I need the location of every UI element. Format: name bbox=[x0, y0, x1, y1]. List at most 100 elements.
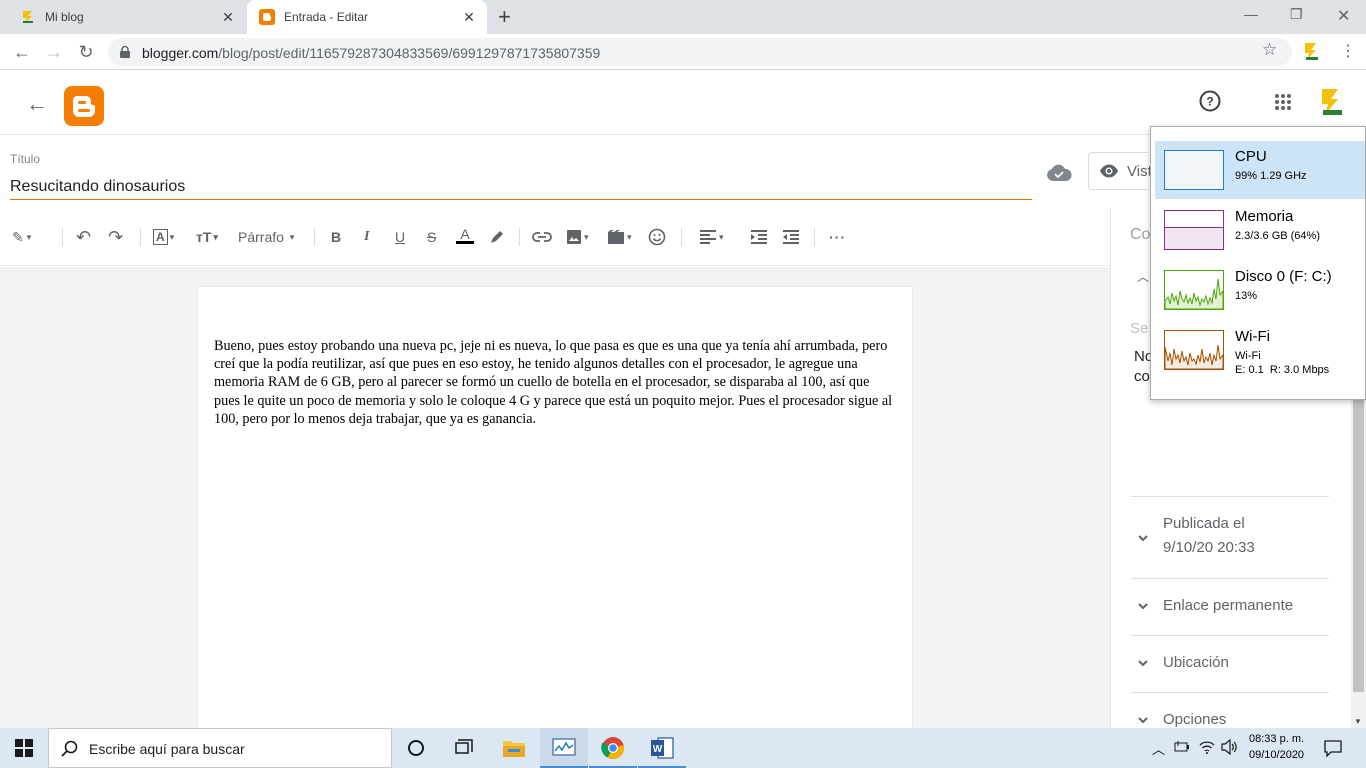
task-manager-taskbar-icon[interactable] bbox=[540, 728, 588, 768]
cortana-icon[interactable] bbox=[407, 739, 425, 762]
scrollbar-thumb[interactable] bbox=[1353, 380, 1364, 692]
undo-icon[interactable]: ↶ bbox=[76, 227, 91, 247]
highlight-icon[interactable] bbox=[488, 227, 506, 247]
chrome-taskbar-icon[interactable] bbox=[589, 728, 637, 768]
close-tab-icon[interactable]: ✕ bbox=[220, 9, 236, 25]
cpu-graph bbox=[1164, 150, 1224, 190]
strikethrough-icon[interactable]: S bbox=[427, 227, 436, 247]
disk-graph bbox=[1164, 270, 1224, 310]
outdent-icon[interactable] bbox=[783, 227, 799, 247]
preview-label: Vist bbox=[1127, 163, 1152, 180]
file-explorer-taskbar-icon[interactable] bbox=[490, 728, 538, 768]
tm-row-wifi[interactable]: Wi-Fi Wi-Fi E: 0.1 R: 3.0 Mbps bbox=[1155, 321, 1365, 379]
published-date: 9/10/20 20:33 bbox=[1163, 539, 1255, 556]
close-tab-icon[interactable]: ✕ bbox=[461, 9, 477, 25]
text-size-icon[interactable]: ᴛT ▾ bbox=[196, 227, 218, 247]
site-favicon-icon bbox=[20, 9, 36, 25]
browser-menu-icon[interactable]: ⋮ bbox=[1340, 41, 1356, 61]
address-bar[interactable]: blogger.com/blog/post/edit/1165792873048… bbox=[108, 38, 1292, 66]
wifi-tray-icon[interactable] bbox=[1199, 740, 1215, 759]
underline-icon[interactable]: U bbox=[395, 227, 405, 247]
task-view-icon[interactable] bbox=[454, 739, 474, 762]
svg-text:?: ? bbox=[1206, 95, 1213, 109]
tm-row-memory[interactable]: Memoria 2.3/3.6 GB (64%) bbox=[1155, 201, 1365, 259]
tm-row-disk[interactable]: Disco 0 (F: C:) 13% bbox=[1155, 261, 1365, 319]
published-date-section[interactable]: Publicada el 9/10/20 20:33 bbox=[1131, 496, 1329, 578]
emoji-icon[interactable] bbox=[648, 227, 666, 247]
taskbar-search-box[interactable]: Escribe aquí para buscar bbox=[48, 728, 392, 768]
show-hidden-icons-icon[interactable]: ︿ bbox=[1152, 739, 1165, 758]
url-text: blogger.com/blog/post/edit/1165792873048… bbox=[142, 45, 600, 61]
link-icon[interactable] bbox=[532, 227, 552, 247]
battery-icon[interactable] bbox=[1174, 740, 1190, 759]
tab-title: Entrada - Editar bbox=[284, 10, 369, 24]
minimize-icon[interactable]: — bbox=[1244, 6, 1258, 22]
preview-button[interactable]: Vist bbox=[1088, 152, 1152, 190]
account-avatar[interactable] bbox=[1318, 87, 1344, 124]
blogger-favicon-icon bbox=[259, 9, 275, 25]
tm-cpu-detail: 99% 1.29 GHz bbox=[1235, 170, 1307, 182]
font-icon[interactable]: A ▾ bbox=[153, 227, 174, 247]
windows-start-icon[interactable] bbox=[15, 739, 33, 762]
tm-wifi-name: Wi-Fi bbox=[1235, 328, 1270, 345]
title-area: Título Resucitando dinosaurios bbox=[0, 136, 1110, 208]
new-tab-icon[interactable]: + bbox=[498, 6, 511, 28]
back-arrow-icon[interactable]: ← bbox=[26, 91, 48, 117]
word-taskbar-icon[interactable]: W bbox=[638, 728, 686, 768]
editor-canvas: Bueno, pues estoy probando una nueva pc,… bbox=[0, 267, 1110, 736]
post-body-text[interactable]: Bueno, pues estoy probando una nueva pc,… bbox=[214, 337, 894, 428]
apps-grid-icon[interactable] bbox=[1274, 93, 1292, 116]
title-input[interactable]: Resucitando dinosaurios bbox=[10, 174, 1032, 200]
close-window-icon[interactable]: ✕ bbox=[1337, 6, 1350, 26]
text-color-icon[interactable]: A bbox=[456, 227, 474, 247]
chevron-down-icon bbox=[1137, 531, 1149, 543]
clock-time: 08:33 p. m. bbox=[1249, 733, 1305, 745]
browser-toolbar: ← → ↻ blogger.com/blog/post/edit/1165792… bbox=[0, 34, 1366, 70]
url-host: blogger.com bbox=[142, 45, 219, 61]
image-icon[interactable]: ▾ bbox=[566, 227, 589, 247]
notifications-icon[interactable] bbox=[1324, 739, 1342, 762]
back-icon[interactable]: ← bbox=[12, 42, 32, 62]
restore-icon[interactable]: ❐ bbox=[1290, 6, 1303, 23]
clock-date: 09/10/2020 bbox=[1249, 749, 1305, 761]
bold-icon[interactable]: B bbox=[331, 227, 341, 247]
tm-disk-detail: 13% bbox=[1235, 290, 1258, 302]
chevron-down-icon bbox=[1137, 713, 1149, 725]
scroll-down-arrow-icon[interactable]: ▼ bbox=[1354, 717, 1362, 726]
options-section[interactable]: Opciones bbox=[1131, 692, 1329, 728]
memory-graph bbox=[1164, 210, 1224, 250]
more-options-icon[interactable]: ··· bbox=[829, 227, 846, 247]
taskbar-clock[interactable]: 08:33 p. m. 09/10/2020 bbox=[1249, 731, 1304, 763]
eye-icon bbox=[1099, 163, 1119, 183]
browser-tab-strip: Mi blog ✕ Entrada - Editar ✕ + — ❐ ✕ bbox=[0, 0, 1366, 34]
forward-icon[interactable]: → bbox=[44, 42, 64, 62]
wifi-graph bbox=[1164, 330, 1224, 370]
tm-wifi-receive: R: 3.0 Mbps bbox=[1269, 364, 1330, 376]
editor-page[interactable]: Bueno, pues estoy probando una nueva pc,… bbox=[197, 286, 913, 736]
reload-icon[interactable]: ↻ bbox=[76, 42, 96, 62]
tm-wifi-send: E: 0.1 bbox=[1235, 364, 1264, 376]
location-label: Ubicación bbox=[1163, 654, 1229, 671]
tm-wifi-adapter: Wi-Fi bbox=[1235, 350, 1261, 362]
align-icon[interactable]: ▾ bbox=[700, 227, 724, 247]
location-section[interactable]: Ubicación bbox=[1131, 635, 1329, 692]
extension-icon[interactable] bbox=[1302, 42, 1320, 67]
tm-row-cpu[interactable]: CPU 99% 1.29 GHz bbox=[1155, 141, 1365, 199]
collapse-chevron-icon[interactable]: ︿ bbox=[1137, 268, 1149, 285]
format-toolbar: ✎ ▾ ↶ ↷ A ▾ ᴛT ▾ Párrafo ▾ B I U S A ▾ ▾ ▾ bbox=[0, 208, 1110, 266]
redo-icon[interactable]: ↷ bbox=[108, 227, 123, 247]
help-icon[interactable]: ? bbox=[1199, 90, 1221, 117]
indent-icon[interactable] bbox=[751, 227, 767, 247]
search-placeholder: Escribe aquí para buscar bbox=[89, 741, 245, 757]
blogger-logo-icon[interactable] bbox=[64, 86, 104, 126]
video-icon[interactable]: ▾ bbox=[607, 227, 632, 247]
permalink-section[interactable]: Enlace permanente bbox=[1131, 578, 1329, 635]
tm-memory-detail: 2.3/3.6 GB (64%) bbox=[1235, 230, 1320, 242]
volume-icon[interactable] bbox=[1220, 738, 1238, 760]
italic-icon[interactable]: I bbox=[364, 227, 369, 247]
pencil-mode-icon[interactable]: ✎ ▾ bbox=[12, 227, 31, 247]
paragraph-style-select[interactable]: Párrafo ▾ bbox=[238, 227, 294, 247]
tab-entrada-editar[interactable]: Entrada - Editar ✕ bbox=[247, 0, 487, 34]
tab-mi-blog[interactable]: Mi blog ✕ bbox=[0, 0, 246, 34]
bookmark-star-icon[interactable]: ☆ bbox=[1262, 40, 1277, 60]
